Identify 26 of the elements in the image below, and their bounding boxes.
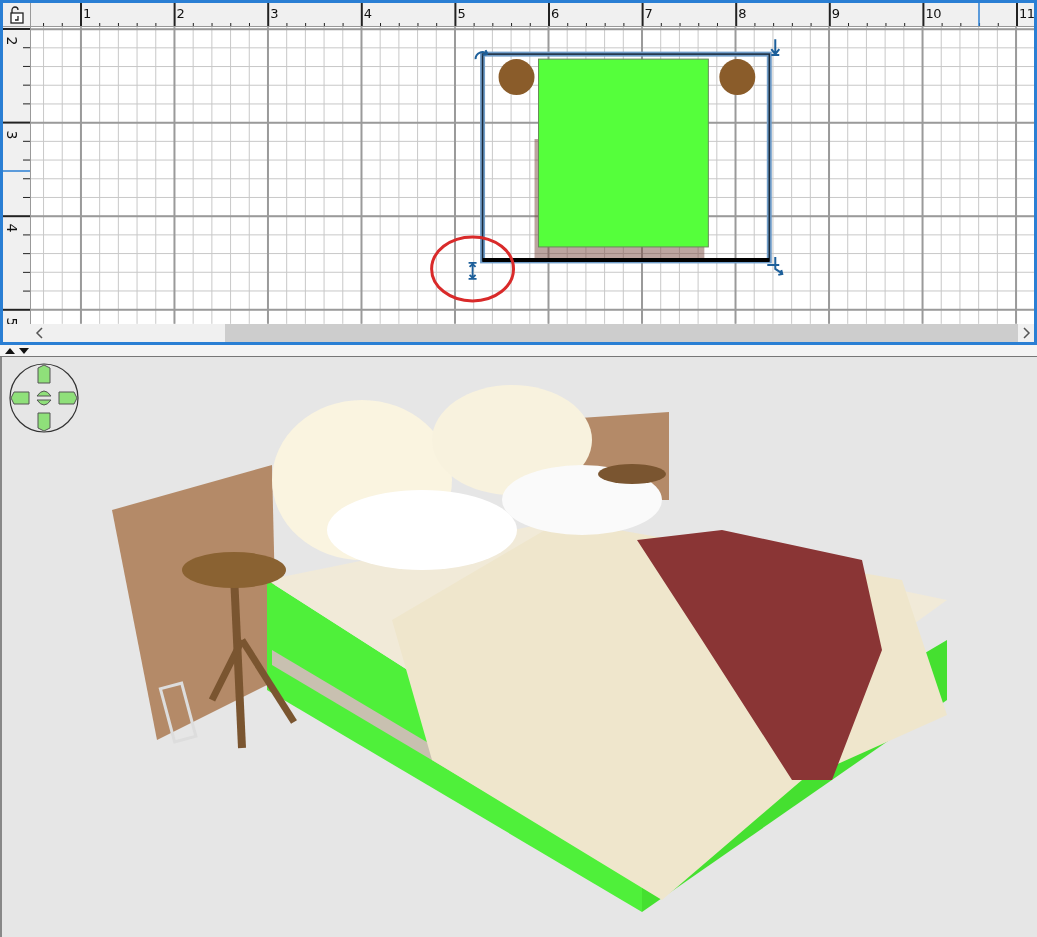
navigation-arrows-icon[interactable] xyxy=(8,362,80,434)
ruler-label: 5 xyxy=(457,6,466,21)
expand-up-icon[interactable] xyxy=(5,347,15,354)
ruler-label: 1 xyxy=(83,6,91,21)
scroll-right-icon[interactable] xyxy=(1021,327,1031,339)
scrollbar-thumb[interactable] xyxy=(225,324,1018,342)
scroll-left-icon[interactable] xyxy=(35,327,45,339)
bed-plan-drawing[interactable] xyxy=(467,38,784,280)
ruler-label: 10 xyxy=(925,6,941,21)
ruler-label: 11 xyxy=(1019,6,1034,21)
resize-handle-icon[interactable] xyxy=(766,255,784,276)
ruler-label: 3 xyxy=(4,130,21,140)
ruler-label: 2 xyxy=(176,6,185,21)
ruler-label: 9 xyxy=(831,6,840,21)
ruler-label: 2 xyxy=(4,36,21,46)
rotate-handle-icon[interactable] xyxy=(474,49,489,61)
lock-icon[interactable] xyxy=(7,5,26,24)
ruler-label: 3 xyxy=(270,6,278,21)
elevation-handle-icon[interactable] xyxy=(770,38,781,57)
ruler-label: 6 xyxy=(551,6,559,21)
ruler-label: 7 xyxy=(644,6,653,21)
expand-down-icon[interactable] xyxy=(19,347,29,354)
ruler-label: 4 xyxy=(363,6,372,21)
ruler-label: 4 xyxy=(4,223,21,233)
height-handle-icon[interactable] xyxy=(467,262,478,280)
ruler-label: 8 xyxy=(738,6,746,21)
